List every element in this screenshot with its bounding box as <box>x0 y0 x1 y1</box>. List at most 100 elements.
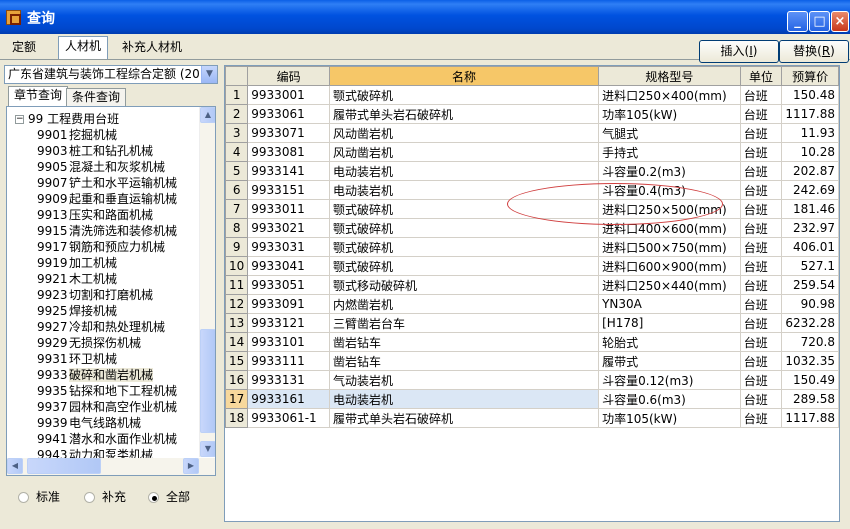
tree-item[interactable]: 9919加工机械 <box>37 255 117 271</box>
tree-item[interactable]: 9901挖掘机械 <box>37 127 117 143</box>
table-row[interactable]: 14 9933101 凿岩钻车 轮胎式 台班 720.8 <box>225 332 839 352</box>
cell-code[interactable]: 9933101 <box>247 332 330 352</box>
cell-code[interactable]: 9933041 <box>247 256 330 276</box>
cell-price[interactable]: 150.48 <box>781 85 839 105</box>
cell-spec[interactable]: 斗容量0.6(m3) <box>598 389 741 409</box>
tree-vertical-scrollbar[interactable]: ▲ ▼ <box>199 107 215 457</box>
tree-item[interactable]: 9927冷却和热处理机械 <box>37 319 165 335</box>
table-row[interactable]: 17 9933161 电动装岩机 斗容量0.6(m3) 台班 289.58 <box>225 389 839 409</box>
tab-condition-query[interactable]: 条件查询 <box>66 88 127 106</box>
collapse-icon[interactable]: − <box>15 115 24 124</box>
scroll-left-icon[interactable]: ◀ <box>7 458 23 474</box>
cell-spec[interactable]: [H178] <box>598 313 741 333</box>
table-row[interactable]: 4 9933081 风动凿岩机 手持式 台班 10.28 <box>225 142 839 162</box>
row-number[interactable]: 10 <box>225 256 249 276</box>
tab-supplementary-lmm[interactable]: 补充人材机 <box>116 38 188 58</box>
tree-item[interactable]: 9933破碎和凿岩机械 <box>37 367 154 383</box>
cell-spec[interactable]: 轮胎式 <box>598 332 741 352</box>
header-name[interactable]: 名称 <box>328 66 600 86</box>
cell-code[interactable]: 9933011 <box>247 199 330 219</box>
row-number[interactable]: 13 <box>225 313 249 333</box>
cell-price[interactable]: 259.54 <box>781 275 839 295</box>
cell-spec[interactable]: 进料口500×750(mm) <box>598 237 741 257</box>
cell-code[interactable]: 9933081 <box>247 142 330 162</box>
row-number[interactable]: 12 <box>225 294 249 314</box>
cell-name[interactable]: 颚式破碎机 <box>328 199 600 219</box>
cell-price[interactable]: 150.49 <box>781 370 839 390</box>
tree-item[interactable]: 9903桩工和钻孔机械 <box>37 143 153 159</box>
row-number[interactable]: 14 <box>225 332 249 352</box>
row-number[interactable]: 15 <box>225 351 249 371</box>
cell-unit[interactable]: 台班 <box>739 161 783 181</box>
header-price[interactable]: 预算价 <box>781 66 839 86</box>
cell-spec[interactable]: 功率105(kW) <box>598 104 741 124</box>
tree-item[interactable]: 9913压实和路面机械 <box>37 207 153 223</box>
row-number[interactable]: 3 <box>225 123 249 143</box>
cell-unit[interactable]: 台班 <box>739 218 783 238</box>
row-number[interactable]: 18 <box>225 408 249 428</box>
cell-price[interactable]: 289.58 <box>781 389 839 409</box>
cell-code[interactable]: 9933051 <box>247 275 330 295</box>
table-row[interactable]: 16 9933131 气动装岩机 斗容量0.12(m3) 台班 150.49 <box>225 370 839 390</box>
table-row[interactable]: 3 9933071 风动凿岩机 气腿式 台班 11.93 <box>225 123 839 143</box>
scroll-right-icon[interactable]: ▶ <box>183 458 199 474</box>
table-row[interactable]: 5 9933141 电动装岩机 斗容量0.2(m3) 台班 202.87 <box>225 161 839 181</box>
row-number[interactable]: 9 <box>225 237 249 257</box>
cell-spec[interactable]: 进料口250×440(mm) <box>598 275 741 295</box>
tree-item[interactable]: 9937园林和高空作业机械 <box>37 399 177 415</box>
cell-price[interactable]: 720.8 <box>781 332 839 352</box>
cell-unit[interactable]: 台班 <box>739 199 783 219</box>
tree-horizontal-scrollbar[interactable]: ◀ ▶ <box>7 458 215 475</box>
cell-unit[interactable]: 台班 <box>739 275 783 295</box>
cell-spec[interactable]: 气腿式 <box>598 123 741 143</box>
tree-root[interactable]: −99 工程费用台班 <box>15 111 119 127</box>
table-row[interactable]: 11 9933051 颚式移动破碎机 进料口250×440(mm) 台班 259.54 <box>225 275 839 295</box>
cell-spec[interactable]: YN30A <box>598 294 741 314</box>
radio-supplementary[interactable]: 补充 <box>84 488 126 505</box>
cell-price[interactable]: 1117.88 <box>781 408 839 428</box>
table-row[interactable]: 1 9933001 颚式破碎机 进料口250×400(mm) 台班 150.48 <box>225 85 839 105</box>
cell-code[interactable]: 9933111 <box>247 351 330 371</box>
cell-name[interactable]: 凿岩钻车 <box>328 332 600 352</box>
cell-spec[interactable]: 进料口400×600(mm) <box>598 218 741 238</box>
replace-button[interactable]: 替换(R) <box>779 40 849 63</box>
tree-item[interactable]: 9909起重和垂直运输机械 <box>37 191 177 207</box>
tree-item[interactable]: 9905混凝土和灰浆机械 <box>37 159 165 175</box>
tab-chapter-query[interactable]: 章节查询 <box>8 86 69 107</box>
cell-name[interactable]: 颚式破碎机 <box>328 85 600 105</box>
cell-price[interactable]: 232.97 <box>781 218 839 238</box>
cell-unit[interactable]: 台班 <box>739 85 783 105</box>
cell-code[interactable]: 9933061 <box>247 104 330 124</box>
cell-price[interactable]: 10.28 <box>781 142 839 162</box>
radio-all[interactable]: 全部 <box>148 488 190 505</box>
cell-price[interactable]: 181.46 <box>781 199 839 219</box>
cell-unit[interactable]: 台班 <box>739 142 783 162</box>
cell-name[interactable]: 颚式破碎机 <box>328 237 600 257</box>
cell-code[interactable]: 9933161 <box>247 389 330 409</box>
cell-code[interactable]: 9933061-1 <box>247 408 330 428</box>
radio-standard[interactable]: 标准 <box>18 488 60 505</box>
row-number[interactable]: 7 <box>225 199 249 219</box>
cell-name[interactable]: 电动装岩机 <box>328 389 600 409</box>
cell-price[interactable]: 6232.28 <box>781 313 839 333</box>
cell-code[interactable]: 9933151 <box>247 180 330 200</box>
header-spec[interactable]: 规格型号 <box>598 66 741 86</box>
cell-unit[interactable]: 台班 <box>739 180 783 200</box>
chevron-down-icon[interactable]: ▼ <box>201 66 217 83</box>
tab-labor-material-machine[interactable]: 人材机 <box>58 36 109 60</box>
tree-item[interactable]: 9915清洗筛选和装修机械 <box>37 223 177 239</box>
tree-item[interactable]: 9941潜水和水面作业机械 <box>37 431 177 447</box>
cell-code[interactable]: 9933121 <box>247 313 330 333</box>
header-code[interactable]: 编码 <box>247 66 330 86</box>
scroll-up-icon[interactable]: ▲ <box>200 107 215 123</box>
cell-price[interactable]: 527.1 <box>781 256 839 276</box>
cell-price[interactable]: 202.87 <box>781 161 839 181</box>
table-row[interactable]: 15 9933111 凿岩钻车 履带式 台班 1032.35 <box>225 351 839 371</box>
tree-item[interactable]: 9935钻探和地下工程机械 <box>37 383 177 399</box>
cell-unit[interactable]: 台班 <box>739 313 783 333</box>
tab-quota[interactable]: 定额 <box>6 38 42 58</box>
cell-unit[interactable]: 台班 <box>739 408 783 428</box>
cell-unit[interactable]: 台班 <box>739 123 783 143</box>
tree-item[interactable]: 9907铲土和水平运输机械 <box>37 175 177 191</box>
cell-name[interactable]: 内燃凿岩机 <box>328 294 600 314</box>
